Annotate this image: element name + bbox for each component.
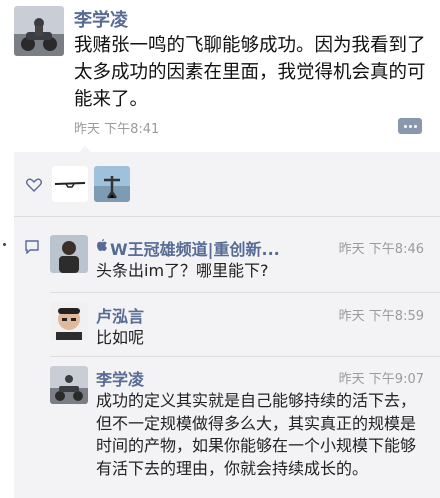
commenter-avatar[interactable]: [50, 302, 88, 340]
post-author-avatar[interactable]: [14, 6, 64, 56]
comment-icon: [25, 240, 39, 254]
comment-text: 头条出im了？哪里能下?: [96, 261, 269, 280]
comment-text: 比如呢: [96, 328, 145, 347]
comment-time: 昨天 下午8:59: [338, 309, 424, 324]
divider: [14, 216, 440, 217]
comment-text: 成功的定义其实就是自己能够持续的活下去，但不一定规模做得多么大，其实真正的规模是…: [96, 391, 417, 478]
comment-time: 昨天 下午9:07: [338, 372, 424, 387]
comment-author-name[interactable]: 李学凌: [96, 366, 144, 390]
divider: [50, 292, 440, 293]
comment-time: 昨天 下午8:46: [338, 242, 424, 257]
liker-avatar[interactable]: [52, 166, 88, 202]
more-dots-icon[interactable]: [398, 118, 422, 134]
divider: [50, 356, 440, 357]
liker-avatar[interactable]: [94, 166, 130, 202]
apple-icon: [97, 239, 107, 251]
post-author-name[interactable]: 李学凌: [74, 6, 128, 32]
post-time: 昨天 下午8:41: [74, 122, 160, 137]
likes-row: [14, 152, 440, 216]
commenter-avatar[interactable]: [50, 366, 88, 404]
post-text: 我赌张一鸣的飞聊能够成功。因为我看到了太多成功的因素在里面，我觉得机会真的可能来…: [74, 35, 426, 110]
margin-dot: [3, 243, 6, 246]
comment-author-name[interactable]: W王冠雄频道|重创新...: [110, 236, 280, 260]
moment-post: 李学凌 我赌张一鸣的飞聊能够成功。因为我看到了太多成功的因素在里面，我觉得机会真…: [0, 0, 440, 152]
commenter-avatar[interactable]: [50, 235, 88, 273]
comment-author-name[interactable]: 卢泓言: [96, 303, 144, 327]
heart-icon: [26, 178, 42, 192]
